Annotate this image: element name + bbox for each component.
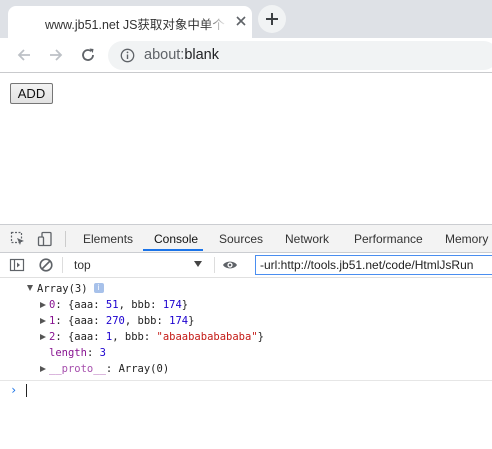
browser-toolbar: about:blank <box>0 38 492 73</box>
expand-right-icon[interactable] <box>40 334 46 340</box>
clear-console-icon[interactable] <box>38 257 54 273</box>
console-log-entry: Array(3) i 0: {aaa: 51, bbb: 174} 1: {aaa… <box>0 278 492 381</box>
tab-network[interactable]: Network <box>285 232 329 246</box>
device-toolbar-icon[interactable] <box>37 231 53 247</box>
item-aaa-value: 1 <box>105 331 113 343</box>
expand-down-icon <box>27 285 33 291</box>
divider <box>62 257 63 273</box>
array-item-2[interactable]: 2: {aaa: 1, bbb: "abaabababababa"} <box>49 330 264 345</box>
array-length: length: 3 <box>49 347 106 359</box>
eye-icon[interactable] <box>222 257 238 273</box>
prompt-arrow-icon: › <box>10 383 18 397</box>
array-header[interactable]: Array(3) i <box>27 282 104 297</box>
devtools-tab-bar: Elements Console Sources Network Perform… <box>0 224 492 253</box>
length-key: length <box>49 347 87 359</box>
array-proto[interactable]: __proto__: Array(0) <box>49 362 169 377</box>
item-aaa-value: 51 <box>105 299 119 311</box>
chevron-down-icon <box>194 261 202 267</box>
tab-performance[interactable]: Performance <box>354 232 423 246</box>
item-bbb-value: 174 <box>169 315 189 327</box>
array-item-1[interactable]: 1: {aaa: 270, bbb: 174} <box>49 314 194 329</box>
divider <box>214 257 215 273</box>
tab-strip: www.jb51.net JS获取对象中单个 <box>0 0 492 38</box>
arrow-back-icon[interactable] <box>15 46 33 64</box>
expand-right-icon[interactable] <box>40 318 46 324</box>
tab-title: www.jb51.net JS获取对象中单个 <box>45 14 227 33</box>
console-filter-input[interactable] <box>255 255 492 275</box>
item-index: 1 <box>49 315 56 327</box>
item-index: 0 <box>49 299 56 311</box>
expand-right-icon[interactable] <box>40 302 46 308</box>
inspect-element-icon[interactable] <box>10 231 26 247</box>
add-button[interactable]: ADD <box>10 83 53 104</box>
reload-icon[interactable] <box>79 46 97 64</box>
plus-icon <box>266 13 278 25</box>
text-caret <box>26 384 27 397</box>
new-tab-button[interactable] <box>258 5 286 33</box>
tab-memory[interactable]: Memory <box>445 232 488 246</box>
item-bbb-value: "abaabababababa" <box>156 331 258 343</box>
sidebar-toggle-icon[interactable] <box>9 257 25 273</box>
address-bar[interactable]: about:blank <box>108 41 492 70</box>
url-text: about:blank <box>144 47 219 63</box>
context-selector[interactable]: top <box>68 256 208 274</box>
item-index: 2 <box>49 331 56 343</box>
console-prompt[interactable]: › <box>10 381 490 399</box>
page-content: ADD <box>0 73 492 223</box>
proto-value: Array(0) <box>118 363 170 375</box>
array-header-label: Array(3) <box>37 283 88 295</box>
divider <box>65 231 66 247</box>
tab-sources[interactable]: Sources <box>219 232 263 246</box>
tab-console[interactable]: Console <box>154 232 198 246</box>
browser-tab[interactable]: www.jb51.net JS获取对象中单个 <box>8 6 252 38</box>
url-scheme: about: <box>144 47 185 63</box>
proto-key: __proto__ <box>49 363 106 375</box>
expand-right-icon[interactable] <box>40 366 46 372</box>
info-icon: i <box>93 283 104 293</box>
array-item-0[interactable]: 0: {aaa: 51, bbb: 174} <box>49 298 188 313</box>
context-label: top <box>74 258 91 272</box>
active-tab-indicator <box>143 249 203 251</box>
url-path: blank <box>184 47 219 63</box>
item-aaa-value: 270 <box>105 315 125 327</box>
info-icon[interactable] <box>120 48 135 63</box>
console-toolbar: top <box>0 253 492 278</box>
console-panel: Array(3) i 0: {aaa: 51, bbb: 174} 1: {aaa… <box>0 278 492 449</box>
item-bbb-value: 174 <box>162 299 182 311</box>
length-value: 3 <box>99 347 106 359</box>
close-icon[interactable] <box>232 12 250 30</box>
tab-elements[interactable]: Elements <box>83 232 133 246</box>
arrow-forward-icon[interactable] <box>47 46 65 64</box>
